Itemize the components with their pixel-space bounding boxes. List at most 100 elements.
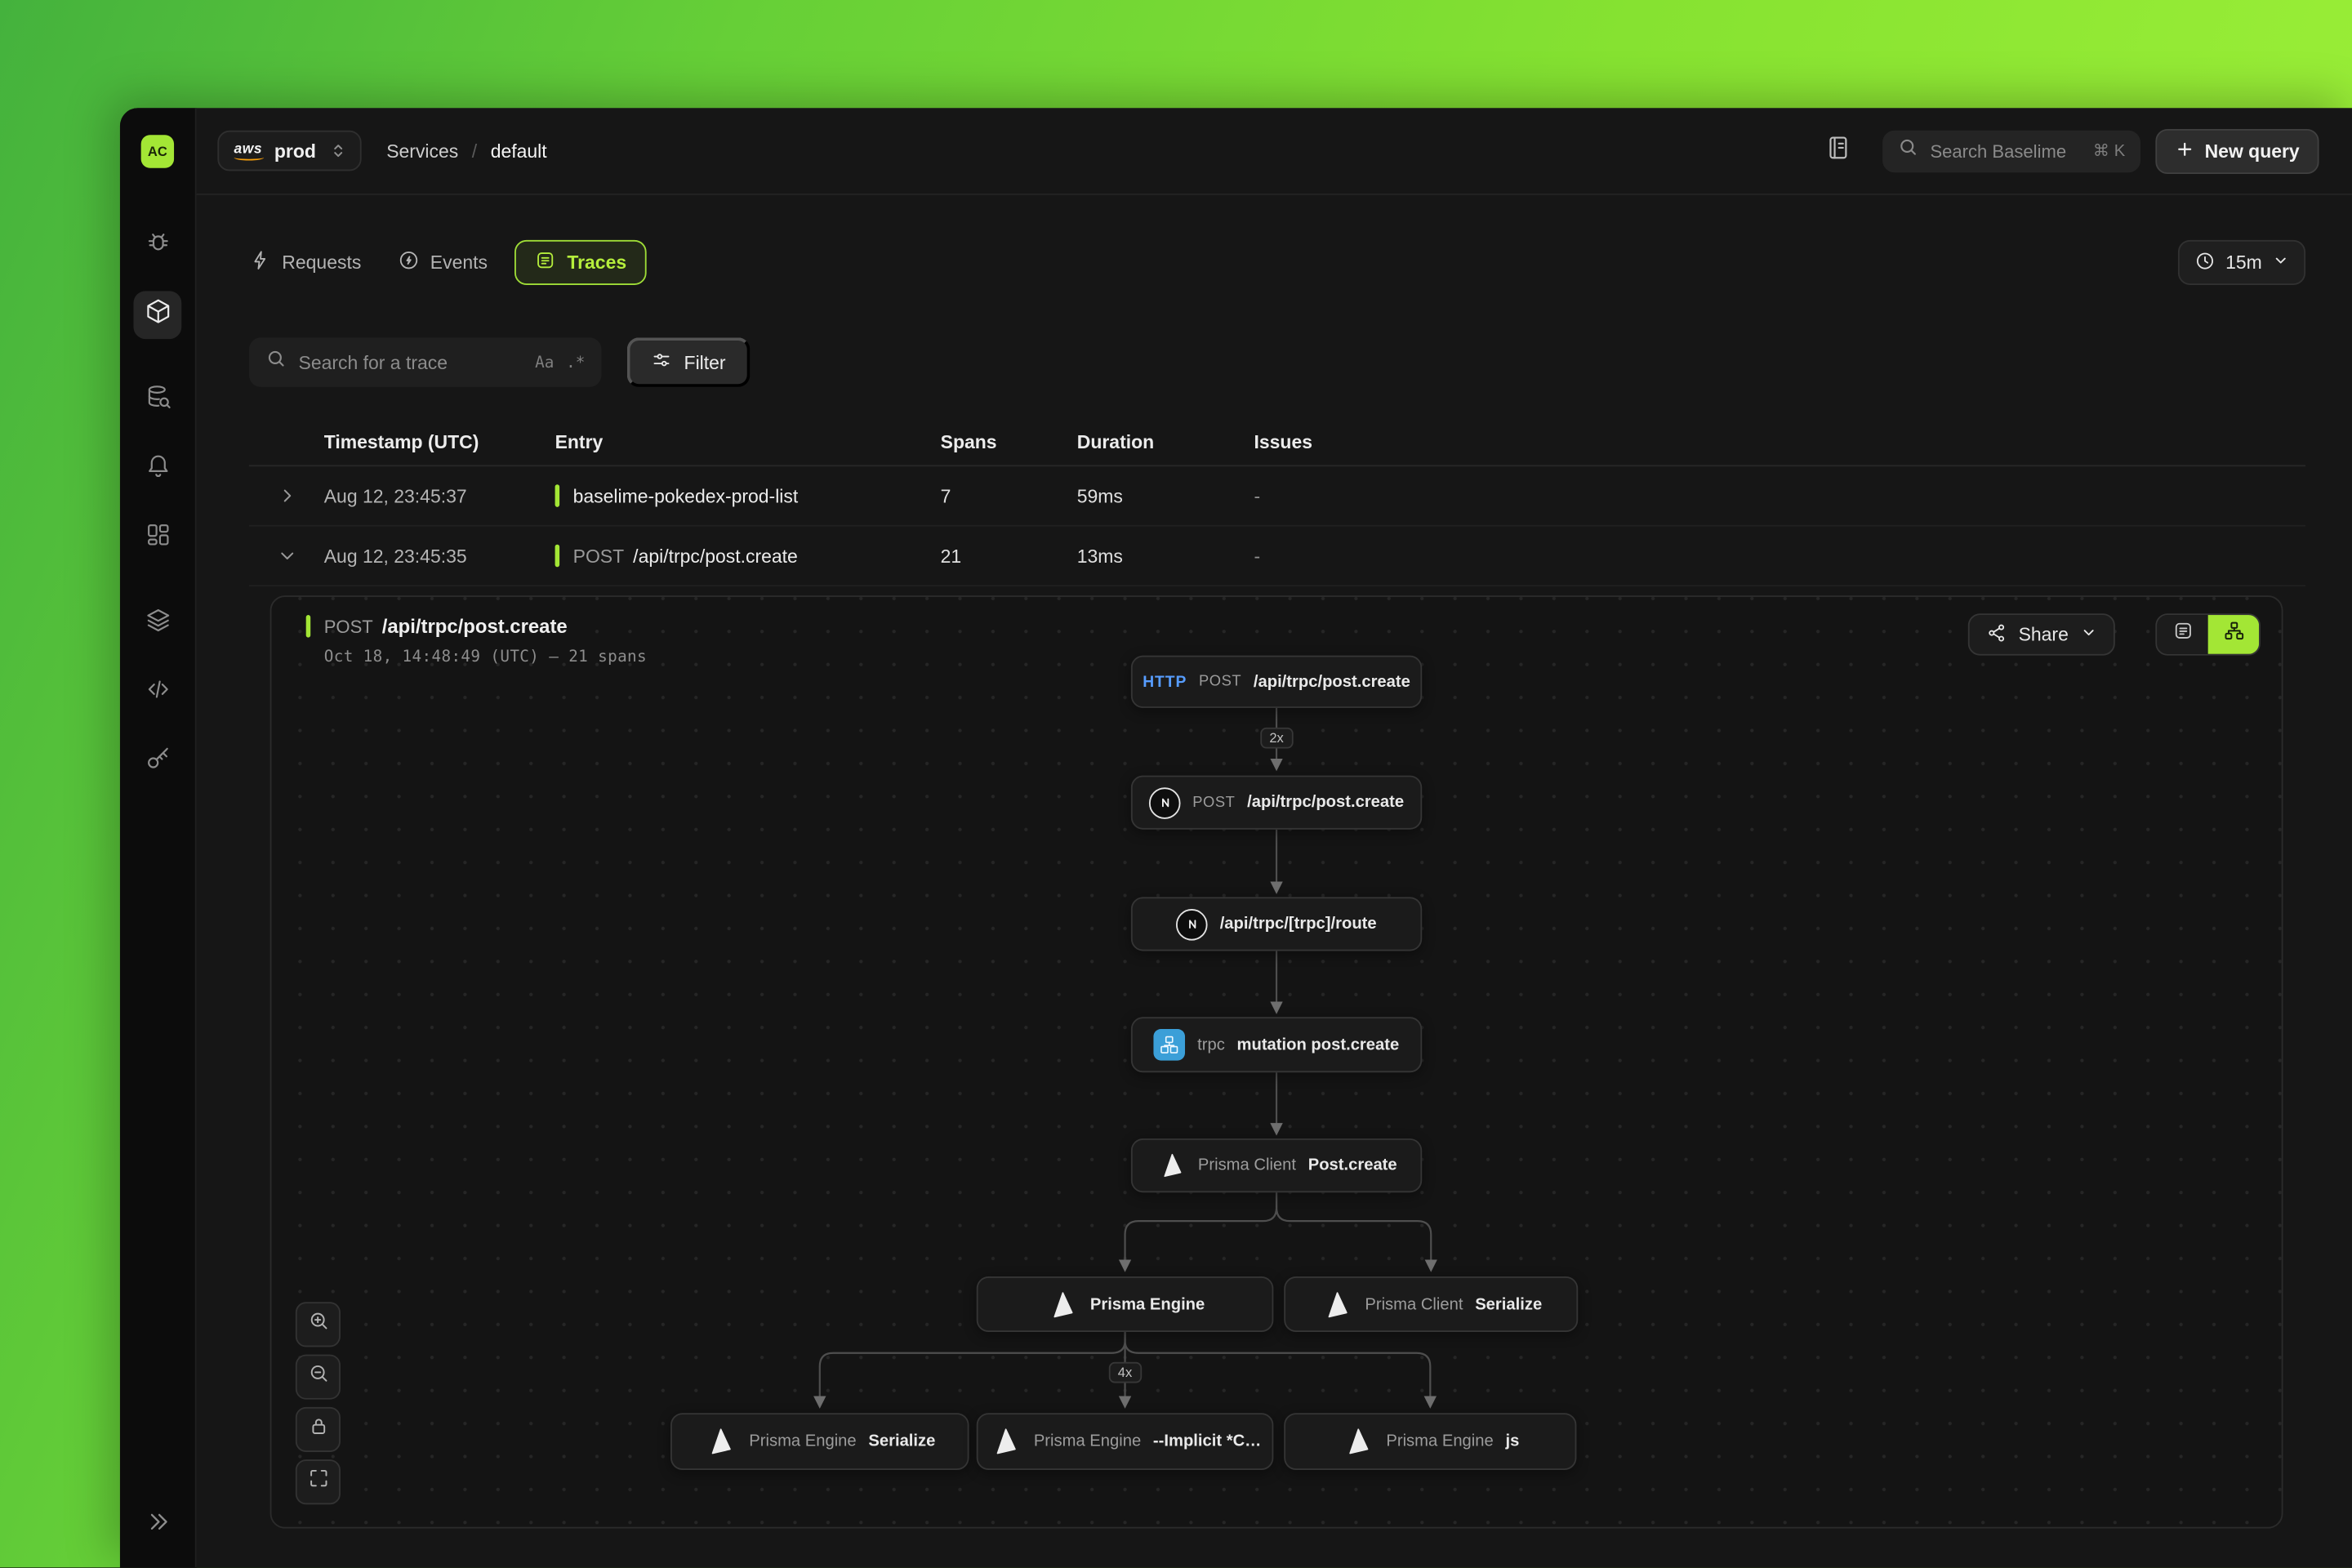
- clock-icon: [2194, 250, 2216, 275]
- span-method: POST: [1199, 674, 1241, 690]
- row-issues: -: [1254, 546, 2306, 567]
- share-label: Share: [2019, 624, 2069, 645]
- zoom-in-button[interactable]: [296, 1302, 341, 1347]
- table-row-expanded[interactable]: Aug 12, 23:45:35 POST /api/trpc/post.cre…: [249, 527, 2305, 586]
- span-label: js: [1505, 1432, 1519, 1450]
- filter-label: Filter: [684, 352, 726, 373]
- chevron-right-icon[interactable]: [249, 486, 324, 506]
- time-range-label: 15m: [2225, 252, 2262, 274]
- span-node-next-route[interactable]: /api/trpc/[trpc]/route: [1131, 897, 1422, 951]
- sidebar-item-code[interactable]: [133, 669, 181, 717]
- sidebar-item-dashboards[interactable]: [133, 514, 181, 563]
- span-node-prisma-client-serialize[interactable]: Prisma Client Serialize: [1284, 1276, 1578, 1332]
- share-button[interactable]: Share: [1967, 613, 2115, 655]
- zoom-toolbar: [296, 1302, 341, 1504]
- trace-graph-canvas[interactable]: 2x 4x HTTP POST /api/trpc/post.create: [271, 597, 2281, 1527]
- span-node-engine-serialize[interactable]: Prisma Engine Serialize: [670, 1413, 969, 1470]
- new-query-button[interactable]: New query: [2155, 128, 2319, 173]
- nextjs-icon: [1149, 786, 1181, 818]
- event-circle-icon: [397, 249, 420, 276]
- time-range-selector[interactable]: 15m: [2177, 240, 2305, 285]
- sidebar-item-traces[interactable]: [133, 291, 181, 339]
- graph-view-button[interactable]: [2208, 615, 2259, 654]
- layers-icon: [143, 606, 172, 642]
- panel-header: POST /api/trpc/post.create Oct 18, 14:48…: [306, 615, 647, 666]
- table-header: Timestamp (UTC) Entry Spans Duration Iss…: [249, 420, 2305, 466]
- tab-traces-label: Traces: [567, 252, 626, 274]
- cube-icon: [143, 297, 172, 333]
- span-node-next-post[interactable]: POST /api/trpc/post.create: [1131, 776, 1422, 830]
- trace-path: /api/trpc/post.create: [382, 615, 568, 638]
- list-view-button[interactable]: [2157, 615, 2207, 654]
- chevron-updown-icon: [328, 141, 348, 161]
- span-node-trpc[interactable]: trpc mutation post.create: [1131, 1017, 1422, 1072]
- lock-button[interactable]: [296, 1407, 341, 1452]
- filter-button[interactable]: Filter: [627, 337, 750, 387]
- global-search-input[interactable]: [1930, 140, 2081, 162]
- breadcrumb-default: default: [491, 140, 547, 162]
- span-node-engine-implicit[interactable]: Prisma Engine --Implicit *C…: [977, 1413, 1274, 1470]
- sidebar-item-debug[interactable]: [133, 222, 181, 270]
- table-row[interactable]: Aug 12, 23:45:37 baselime-pokedex-prod-l…: [249, 466, 2305, 526]
- row-entry: POST /api/trpc/post.create: [555, 545, 941, 568]
- span-node-prisma-client[interactable]: Prisma Client Post.create: [1131, 1138, 1422, 1192]
- view-toggle: [2155, 613, 2261, 655]
- bell-icon: [143, 452, 172, 488]
- span-node-http[interactable]: HTTP POST /api/trpc/post.create: [1131, 656, 1422, 708]
- journal-icon: [1824, 133, 1852, 169]
- span-label: Serialize: [1475, 1295, 1542, 1313]
- zoom-out-button[interactable]: [296, 1355, 341, 1400]
- match-case-toggle[interactable]: Aa: [535, 354, 554, 372]
- avatar[interactable]: AC: [141, 135, 174, 167]
- tab-requests[interactable]: Requests: [249, 240, 361, 285]
- lock-icon: [307, 1414, 330, 1445]
- col-spans: Spans: [941, 432, 1077, 453]
- method-tag: POST: [573, 546, 625, 567]
- key-icon: [143, 744, 172, 780]
- tabs-row: Requests Events: [249, 240, 2305, 285]
- chevron-down-icon: [2081, 624, 2097, 645]
- aws-logo: aws: [234, 141, 263, 161]
- span-node-prisma-engine[interactable]: Prisma Engine: [977, 1276, 1274, 1332]
- sidebar-item-stacks[interactable]: [133, 600, 181, 648]
- row-duration: 13ms: [1077, 546, 1254, 567]
- status-bar: [555, 545, 560, 568]
- row-spans: 7: [941, 485, 1077, 506]
- trace-search[interactable]: Aa .*: [249, 337, 602, 387]
- trace-subtitle: Oct 18, 14:48:49 (UTC) — 21 spans: [324, 648, 647, 666]
- breadcrumb-services[interactable]: Services: [386, 140, 458, 162]
- search-icon: [1897, 136, 1918, 165]
- status-bar: [555, 484, 560, 507]
- prisma-icon: [704, 1425, 737, 1458]
- zoom-in-icon: [307, 1309, 330, 1339]
- sliders-icon: [651, 350, 672, 375]
- sidebar-expand-button[interactable]: [133, 1502, 181, 1550]
- entry-label: /api/trpc/post.create: [633, 546, 798, 567]
- global-search[interactable]: ⌘ K: [1882, 130, 2140, 172]
- sidebar-item-keys[interactable]: [133, 738, 181, 786]
- sidebar-item-queries[interactable]: [133, 376, 181, 425]
- prisma-icon: [1045, 1288, 1078, 1321]
- environment-selector[interactable]: aws prod: [217, 131, 361, 172]
- fit-view-button[interactable]: [296, 1459, 341, 1504]
- tab-events[interactable]: Events: [397, 240, 488, 285]
- col-issues: Issues: [1254, 432, 2306, 453]
- span-prefix: Prisma Client: [1198, 1156, 1296, 1174]
- span-prefix: Prisma Engine: [1034, 1432, 1141, 1450]
- tab-traces[interactable]: Traces: [514, 240, 646, 285]
- changelog-button[interactable]: [1824, 133, 1852, 169]
- content: Requests Events: [197, 195, 2352, 1568]
- trace-table: Timestamp (UTC) Entry Spans Duration Iss…: [249, 420, 2305, 1546]
- sidebar-item-alerts[interactable]: [133, 446, 181, 494]
- span-prefix: Prisma Client: [1365, 1295, 1463, 1313]
- regex-toggle[interactable]: .*: [566, 354, 585, 372]
- trace-search-input[interactable]: [299, 352, 523, 373]
- chevron-down-icon[interactable]: [249, 546, 324, 566]
- row-timestamp: Aug 12, 23:45:35: [324, 546, 555, 567]
- col-entry: Entry: [555, 432, 941, 453]
- lightning-icon: [249, 249, 272, 276]
- code-icon: [143, 675, 172, 711]
- span-node-engine-js[interactable]: Prisma Engine js: [1284, 1413, 1576, 1470]
- http-badge: HTTP: [1143, 673, 1187, 691]
- plus-icon: [2175, 139, 2194, 163]
